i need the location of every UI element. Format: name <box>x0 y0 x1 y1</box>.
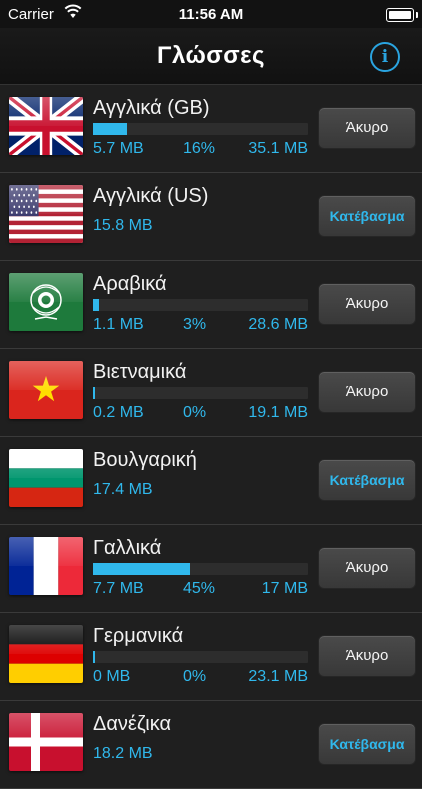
downloaded-size: 0 MB <box>93 668 131 685</box>
bulgaria-flag-icon <box>9 449 83 507</box>
progress-percent: 0% <box>183 668 207 685</box>
download-button[interactable]: Κατέβασμα <box>318 723 416 765</box>
list-item: Βιετναμικά 0.2 MB 0% 19.1 MB Άκυρο <box>0 349 422 437</box>
total-size: 17 MB <box>261 580 308 597</box>
downloaded-size: 1.1 MB <box>93 316 144 333</box>
progress-percent: 45% <box>183 580 216 597</box>
cancel-button[interactable]: Άκυρο <box>318 547 416 589</box>
language-name: Δανέζικα <box>93 713 172 735</box>
language-name: Αγγλικά (US) <box>93 185 209 207</box>
gb-flag-icon <box>9 97 83 155</box>
downloaded-size: 5.7 MB <box>93 140 144 157</box>
list-item: Βουλγαρική 17.4 MB Κατέβασμα <box>0 437 422 525</box>
vietnam-flag-icon <box>9 361 83 419</box>
total-size: 28.6 MB <box>248 316 308 333</box>
total-size: 35.1 MB <box>248 140 308 157</box>
list-item: Γαλλικά 7.7 MB 45% 17 MB Άκυρο <box>0 525 422 613</box>
list-item: Αγγλικά (US) 15.8 MB Κατέβασμα <box>0 173 422 261</box>
progress-percent: 0% <box>183 404 207 421</box>
total-size: 18.2 MB <box>93 745 153 762</box>
progress-percent: 16% <box>183 140 216 157</box>
list-item: Γερμανικά 0 MB 0% 23.1 MB Άκυρο <box>0 613 422 701</box>
downloaded-size: 7.7 MB <box>93 580 144 597</box>
total-size: 19.1 MB <box>248 404 308 421</box>
language-list: Αγγλικά (GB) 5.7 MB 16% 35.1 MB Άκυρο Αγ… <box>0 85 422 789</box>
download-progress-bar <box>93 387 308 399</box>
info-icon[interactable]: i <box>370 42 400 72</box>
language-name: Αγγλικά (GB) <box>93 97 210 119</box>
download-progress-bar <box>93 123 308 135</box>
list-item: Αγγλικά (GB) 5.7 MB 16% 35.1 MB Άκυρο <box>0 85 422 173</box>
total-size: 17.4 MB <box>93 481 153 498</box>
status-time: 11:56 AM <box>178 6 244 23</box>
denmark-flag-icon <box>9 713 83 771</box>
download-button[interactable]: Κατέβασμα <box>318 459 416 501</box>
total-size: 15.8 MB <box>93 217 153 234</box>
germany-flag-icon <box>9 625 83 683</box>
navigation-bar: Γλώσσες i <box>0 28 422 85</box>
download-progress-bar <box>93 563 308 575</box>
total-size: 23.1 MB <box>248 668 308 685</box>
us-flag-icon <box>9 185 83 243</box>
list-item: Δανέζικα 18.2 MB Κατέβασμα <box>0 701 422 789</box>
cancel-button[interactable]: Άκυρο <box>318 371 416 413</box>
download-progress-bar <box>93 299 308 311</box>
status-bar: Carrier 11:56 AM <box>0 0 422 28</box>
language-name: Αραβικά <box>93 273 167 295</box>
list-item: Αραβικά 1.1 MB 3% 28.6 MB Άκυρο <box>0 261 422 349</box>
page-title: Γλώσσες <box>157 42 265 69</box>
battery-icon <box>386 8 418 22</box>
arab-league-flag-icon <box>9 273 83 331</box>
cancel-button[interactable]: Άκυρο <box>318 635 416 677</box>
language-name: Βιετναμικά <box>93 361 187 383</box>
cancel-button[interactable]: Άκυρο <box>318 107 416 149</box>
progress-percent: 3% <box>183 316 207 333</box>
download-progress-bar <box>93 651 308 663</box>
cancel-button[interactable]: Άκυρο <box>318 283 416 325</box>
language-name: Βουλγαρική <box>93 449 197 471</box>
language-name: Γαλλικά <box>93 537 162 559</box>
downloaded-size: 0.2 MB <box>93 404 144 421</box>
language-name: Γερμανικά <box>93 625 184 647</box>
download-button[interactable]: Κατέβασμα <box>318 195 416 237</box>
france-flag-icon <box>9 537 83 595</box>
